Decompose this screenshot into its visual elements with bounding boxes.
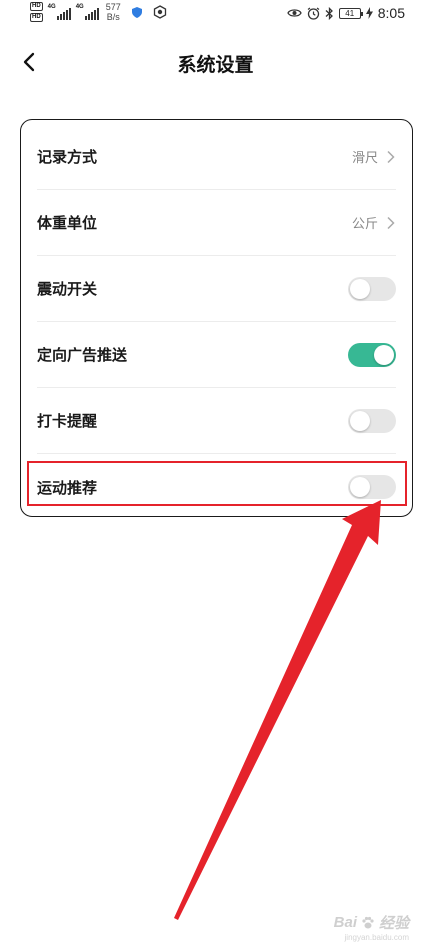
page-title: 系统设置 xyxy=(177,54,254,76)
shield-icon xyxy=(131,7,142,18)
watermark: Bai 经验 jingyan.baidu.com xyxy=(333,912,409,942)
network-speed: 577 B/s xyxy=(106,2,121,22)
watermark-suffix: 经验 xyxy=(378,915,409,932)
status-right: 41 8:05 xyxy=(287,3,405,23)
network-type-1: 4G xyxy=(47,4,56,10)
network-speed-value: 577 xyxy=(105,2,121,12)
annotation-highlight-box xyxy=(27,461,407,506)
setting-row-vibration: 震动开关 xyxy=(37,256,396,322)
header: 系统设置 xyxy=(0,40,431,86)
setting-value: 滑尺 xyxy=(351,151,378,166)
setting-row-record-mode[interactable]: 记录方式 滑尺 xyxy=(37,124,396,190)
toggle-knob xyxy=(350,410,370,431)
hd-badge-1: HD xyxy=(30,2,43,11)
checkin-reminder-toggle[interactable] xyxy=(348,408,396,433)
setting-label: 体重单位 xyxy=(37,214,98,232)
setting-label: 记录方式 xyxy=(37,148,98,166)
chevron-right-icon xyxy=(387,216,395,229)
weight-unit-selector[interactable]: 公斤 xyxy=(352,213,396,232)
setting-value: 公斤 xyxy=(351,217,378,232)
chevron-right-icon xyxy=(387,150,395,163)
watermark-site: jingyan.baidu.com xyxy=(344,933,409,942)
hd-indicators: HD HD xyxy=(30,2,43,22)
setting-row-checkin-reminder: 打卡提醒 xyxy=(37,388,396,454)
battery-icon: 41 xyxy=(338,7,363,19)
network-type-2: 4G xyxy=(75,4,84,10)
signal-icon-2: 4G xyxy=(76,2,99,20)
signal-icon-1: 4G xyxy=(48,2,71,20)
record-mode-selector[interactable]: 滑尺 xyxy=(352,147,396,166)
setting-label: 定向广告推送 xyxy=(37,346,128,364)
status-left: HD HD 4G 4G 577 B/s xyxy=(30,2,167,24)
setting-row-targeted-ads: 定向广告推送 xyxy=(37,322,396,388)
alarm-icon xyxy=(307,7,320,20)
watermark-brand: Bai xyxy=(333,914,357,931)
clock: 8:05 xyxy=(377,5,405,21)
toggle-knob xyxy=(350,278,370,299)
setting-row-weight-unit[interactable]: 体重单位 公斤 xyxy=(37,190,396,256)
targeted-ads-toggle[interactable] xyxy=(348,342,396,367)
paw-icon xyxy=(362,916,374,928)
setting-label: 震动开关 xyxy=(37,280,98,298)
toggle-knob xyxy=(374,344,394,365)
network-speed-unit: B/s xyxy=(106,12,120,22)
vibration-toggle[interactable] xyxy=(348,276,396,301)
app-badge-icon xyxy=(153,5,166,19)
setting-label: 打卡提醒 xyxy=(37,412,98,430)
hd-badge-2: HD xyxy=(30,13,43,22)
charging-icon xyxy=(365,7,373,19)
eye-icon xyxy=(287,9,302,17)
bluetooth-icon xyxy=(325,6,333,20)
status-bar: HD HD 4G 4G 577 B/s 41 8:05 xyxy=(0,0,431,26)
settings-card: 记录方式 滑尺 体重单位 公斤 震动开关 定向广告推送 打卡提醒 运动推荐 xyxy=(20,119,413,517)
